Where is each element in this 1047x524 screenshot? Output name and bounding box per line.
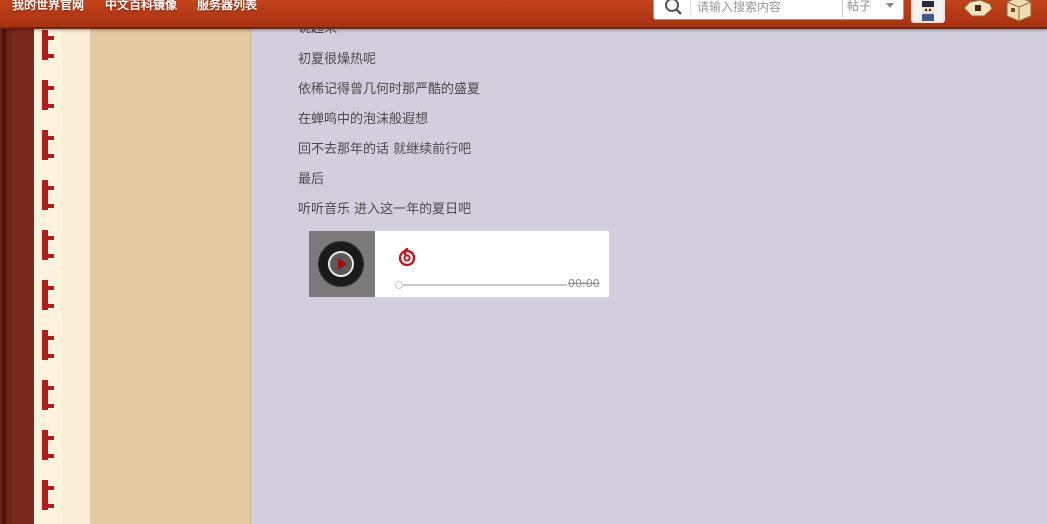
sidebar-panel	[90, 0, 251, 524]
nav-link-server-list[interactable]: 服务器列表	[197, 0, 257, 13]
chevron-down-icon	[886, 3, 894, 8]
play-icon	[328, 251, 354, 277]
search-icon[interactable]	[660, 0, 686, 17]
netease-music-icon	[398, 247, 416, 267]
time-display: 00:00	[568, 277, 600, 290]
search-input[interactable]	[690, 0, 845, 15]
box-icon[interactable]	[1004, 0, 1034, 22]
search-box: 帖子	[653, 0, 904, 20]
post-line: 最后	[298, 172, 325, 187]
music-player: 00:00	[309, 231, 609, 297]
avatar[interactable]	[911, 0, 945, 23]
nav-link-minecraft-official[interactable]: 我的世界官网	[12, 0, 84, 13]
post-line: 依稀记得曾几何时那严酷的盛夏	[298, 82, 481, 97]
album-cover	[309, 231, 375, 297]
avatar-icon	[922, 1, 934, 21]
eye-icon[interactable]	[962, 0, 994, 22]
left-border-cream-inner	[62, 0, 90, 524]
post-line: 回不去那年的话 就继续前行吧	[298, 142, 472, 157]
search-scope-select[interactable]: 帖子	[842, 0, 902, 17]
post-line: 在蝉鸣中的泡沫般遐想	[298, 112, 429, 127]
search-scope-label: 帖子	[847, 0, 872, 13]
nav-link-wiki-mirror[interactable]: 中文百科镜像	[105, 0, 177, 13]
pixel-bookmark-decoration	[42, 30, 54, 510]
left-border-red	[12, 0, 34, 524]
progress-handle[interactable]	[395, 281, 403, 289]
play-button[interactable]	[319, 242, 363, 286]
post-line: 听听音乐 进入这一年的夏日吧	[298, 202, 472, 217]
progress-bar[interactable]	[395, 281, 567, 289]
top-nav-bar: 我的世界官网 中文百科镜像 服务器列表 帖子	[0, 0, 1047, 29]
post-line: 初夏很燥热呢	[298, 52, 377, 67]
left-border-shadow	[2, 0, 6, 524]
